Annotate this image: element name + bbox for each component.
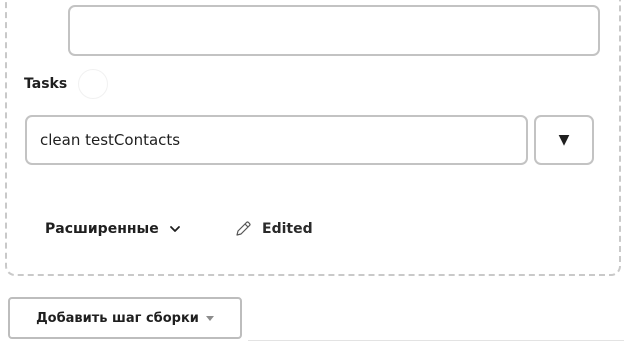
edited-indicator: Edited	[234, 220, 313, 238]
divider	[248, 340, 624, 341]
advanced-label: Расширенные	[45, 221, 159, 237]
tasks-dropdown-button[interactable]: ▼	[534, 115, 594, 165]
chevron-down-icon	[169, 223, 181, 235]
tasks-input[interactable]	[25, 115, 528, 165]
previous-field-input[interactable]	[68, 5, 600, 56]
dropdown-triangle-icon: ▼	[558, 132, 570, 148]
tasks-label: Tasks	[24, 76, 68, 92]
add-build-step-button[interactable]: Добавить шаг сборки	[8, 297, 242, 339]
caret-down-icon	[205, 315, 214, 321]
tasks-help-icon[interactable]	[78, 69, 108, 99]
pencil-icon	[234, 220, 252, 238]
edited-label: Edited	[262, 221, 313, 237]
advanced-toggle[interactable]: Расширенные	[45, 221, 181, 237]
add-build-step-label: Добавить шаг сборки	[36, 310, 199, 326]
